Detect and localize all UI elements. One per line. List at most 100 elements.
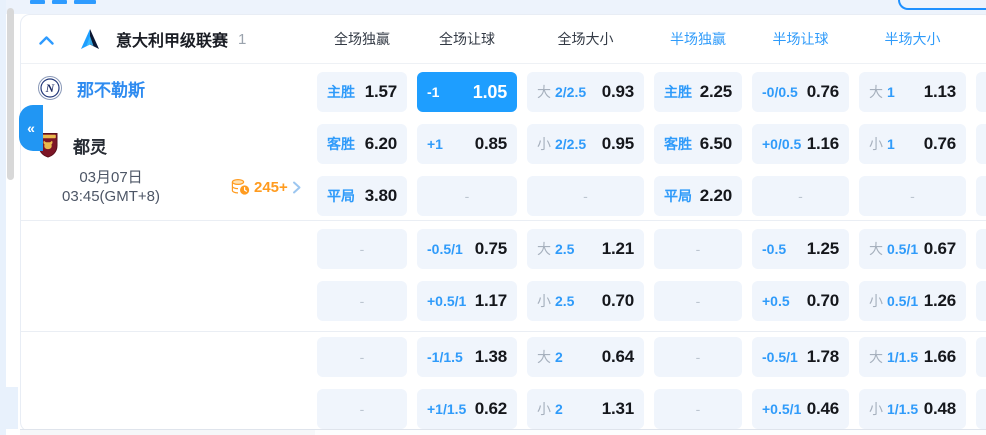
- odds-label: 大 1/1.5: [869, 349, 919, 365]
- odds-group: - -1/1.5 1.38 大 2 0.64- -0.5/1 1.78 大 1/1.5 1.66- +…: [21, 331, 986, 431]
- odds-label: -1/1.5: [427, 349, 463, 365]
- odds-label: 小 1/1.5: [869, 401, 919, 417]
- market-column-headers: 全场独赢 全场让球 全场大小 半场独赢 半场让球 半场大小: [317, 15, 986, 63]
- odds-label: 大 0.5/1: [869, 241, 919, 257]
- odds-cell[interactable]: 小 2.5 0.70: [527, 281, 644, 321]
- serie-a-league-logo-icon: [81, 29, 99, 49]
- odds-label: +1/1.5: [427, 401, 467, 417]
- odds-cell[interactable]: 小 2/2.5 0.95: [527, 124, 644, 164]
- odds-label: -0.5: [762, 241, 787, 257]
- scrollbar-thumb[interactable]: [7, 8, 14, 180]
- odds-cell-clipped: [976, 337, 986, 377]
- odds-value: 0.48: [923, 399, 956, 418]
- chevron-up-icon[interactable]: [39, 35, 54, 45]
- away-team-name[interactable]: 都灵: [73, 133, 107, 158]
- odds-cell[interactable]: +1 0.85: [417, 124, 517, 164]
- odds-value: 1.38: [474, 347, 507, 366]
- odds-cell[interactable]: 主胜 1.57: [317, 72, 407, 112]
- odds-cell[interactable]: -0.5 1.25: [752, 229, 849, 269]
- odds-row: 客胜 6.20 +1 0.85 小 2/2.5 0.95 客胜 6.50 +0/0.5 1.16 小 1…: [317, 124, 986, 164]
- odds-cell[interactable]: 客胜 6.20: [317, 124, 407, 164]
- match-info-panel: N 那不勒斯 都灵 03月07日 03:45(GMT+8) 245+: [21, 64, 317, 220]
- odds-cell-clipped: [976, 72, 986, 112]
- odds-cell[interactable]: -0.5/1 0.75: [417, 229, 517, 269]
- top-tab-clipped[interactable]: [30, 0, 96, 5]
- odds-value: 3.80: [364, 186, 397, 205]
- odds-label: 平局: [327, 188, 355, 204]
- odds-value: 1.16: [806, 134, 839, 153]
- odds-cell[interactable]: 主胜 2.25: [654, 72, 742, 112]
- odds-cell[interactable]: +1/1.5 0.62: [417, 389, 517, 429]
- odds-value: 0.93: [601, 82, 634, 101]
- league-header: 意大利甲级联赛 1 全场独赢 全场让球 全场大小 半场独赢 半场让球 半场大小: [21, 15, 986, 64]
- active-panel-border-partial: [898, 0, 986, 10]
- odds-cell[interactable]: 大 1 1.13: [859, 72, 966, 112]
- odds-cell[interactable]: 大 2/2.5 0.93: [527, 72, 644, 112]
- odds-value: 1.31: [601, 399, 634, 418]
- odds-value: 1.66: [923, 347, 956, 366]
- more-markets-button[interactable]: 245+: [231, 178, 301, 196]
- odds-value: 1.26: [923, 291, 956, 310]
- away-team-row[interactable]: 都灵: [37, 132, 107, 158]
- league-match-count: 1: [238, 30, 247, 48]
- odds-cell[interactable]: 平局 3.80: [317, 176, 407, 216]
- column-header-ft-handicap: 全场让球: [439, 31, 495, 47]
- odds-value: 1.25: [806, 239, 839, 258]
- chevron-right-icon: [292, 181, 301, 193]
- odds-cell[interactable]: 大 1/1.5 1.66: [859, 337, 966, 377]
- odds-cell-empty: -: [654, 281, 742, 321]
- match-date: 03月07日: [79, 169, 143, 186]
- odds-cell[interactable]: 小 2 1.31: [527, 389, 644, 429]
- odds-label: 平局: [664, 188, 692, 204]
- odds-label: 客胜: [664, 136, 692, 152]
- odds-value: 0.70: [806, 291, 839, 310]
- collapse-sidebar-tab[interactable]: «: [19, 105, 43, 151]
- odds-cell-clipped: [976, 389, 986, 429]
- match-datetime: 03月07日 03:45(GMT+8): [31, 168, 191, 206]
- markets-coins-icon: [231, 178, 250, 195]
- odds-cell-empty: -: [654, 389, 742, 429]
- odds-cell[interactable]: 大 2.5 1.21: [527, 229, 644, 269]
- odds-row: 主胜 1.57 -1 1.05 大 2/2.5 0.93 主胜 2.25 -0/0.5 0.76 大 1…: [317, 72, 986, 112]
- odds-label: 小1: [869, 136, 895, 152]
- odds-cell-empty: -: [527, 176, 644, 216]
- odds-cell-clipped: [976, 176, 986, 216]
- odds-cell[interactable]: -0/0.5 0.76: [752, 72, 849, 112]
- odds-cell[interactable]: -1/1.5 1.38: [417, 337, 517, 377]
- home-team-name[interactable]: 那不勒斯: [77, 76, 145, 101]
- odds-cell[interactable]: 小 1/1.5 0.48: [859, 389, 966, 429]
- odds-cell[interactable]: 大 2 0.64: [527, 337, 644, 377]
- odds-label: +0.5/1: [762, 401, 802, 417]
- odds-label: 主胜: [664, 84, 692, 100]
- odds-cell[interactable]: +0/0.5 1.16: [752, 124, 849, 164]
- collapse-left-icon: «: [27, 120, 35, 136]
- odds-cell-empty: -: [317, 337, 407, 377]
- odds-cell[interactable]: +0.5 0.70: [752, 281, 849, 321]
- odds-cell-empty: -: [654, 229, 742, 269]
- odds-cell-empty: -: [317, 229, 407, 269]
- odds-cell[interactable]: -0.5/1 1.78: [752, 337, 849, 377]
- odds-cell[interactable]: -1 1.05: [417, 72, 517, 112]
- odds-value: 1.17: [474, 291, 507, 310]
- odds-value: 1.21: [601, 239, 634, 258]
- odds-label: -0.5/1: [427, 241, 463, 257]
- home-team-row[interactable]: N 那不勒斯: [37, 75, 145, 101]
- odds-row: - -0.5/1 0.75 大 2.5 1.21 - -0.5 1.25 大 0.5/1 0.67: [317, 229, 986, 269]
- odds-group: - -0.5/1 0.75 大 2.5 1.21- -0.5 1.25 大 0.5/1 0.67- +…: [21, 220, 986, 331]
- odds-cell[interactable]: +0.5/1 0.46: [752, 389, 849, 429]
- odds-cell-empty: -: [859, 176, 966, 216]
- odds-row: - -1/1.5 1.38 大 2 0.64 - -0.5/1 1.78 大 1/1.5 1.66: [317, 337, 986, 377]
- odds-value: 0.76: [923, 134, 956, 153]
- odds-value: 0.67: [923, 239, 956, 258]
- odds-cell[interactable]: 大 0.5/1 0.67: [859, 229, 966, 269]
- odds-cell[interactable]: 小 0.5/1 1.26: [859, 281, 966, 321]
- page-left-rail: [0, 0, 6, 435]
- odds-row: - +0.5/1 1.17 小 2.5 0.70 - +0.5 0.70 小 0.5/1 1.26: [317, 281, 986, 321]
- odds-cell[interactable]: 客胜 6.50: [654, 124, 742, 164]
- odds-label: +0.5/1: [427, 293, 467, 309]
- odds-value: 6.50: [699, 134, 732, 153]
- odds-cell[interactable]: 平局 2.20: [654, 176, 742, 216]
- odds-cell[interactable]: 小 1 0.76: [859, 124, 966, 164]
- odds-cell[interactable]: +0.5/1 1.17: [417, 281, 517, 321]
- odds-value: 0.70: [601, 291, 634, 310]
